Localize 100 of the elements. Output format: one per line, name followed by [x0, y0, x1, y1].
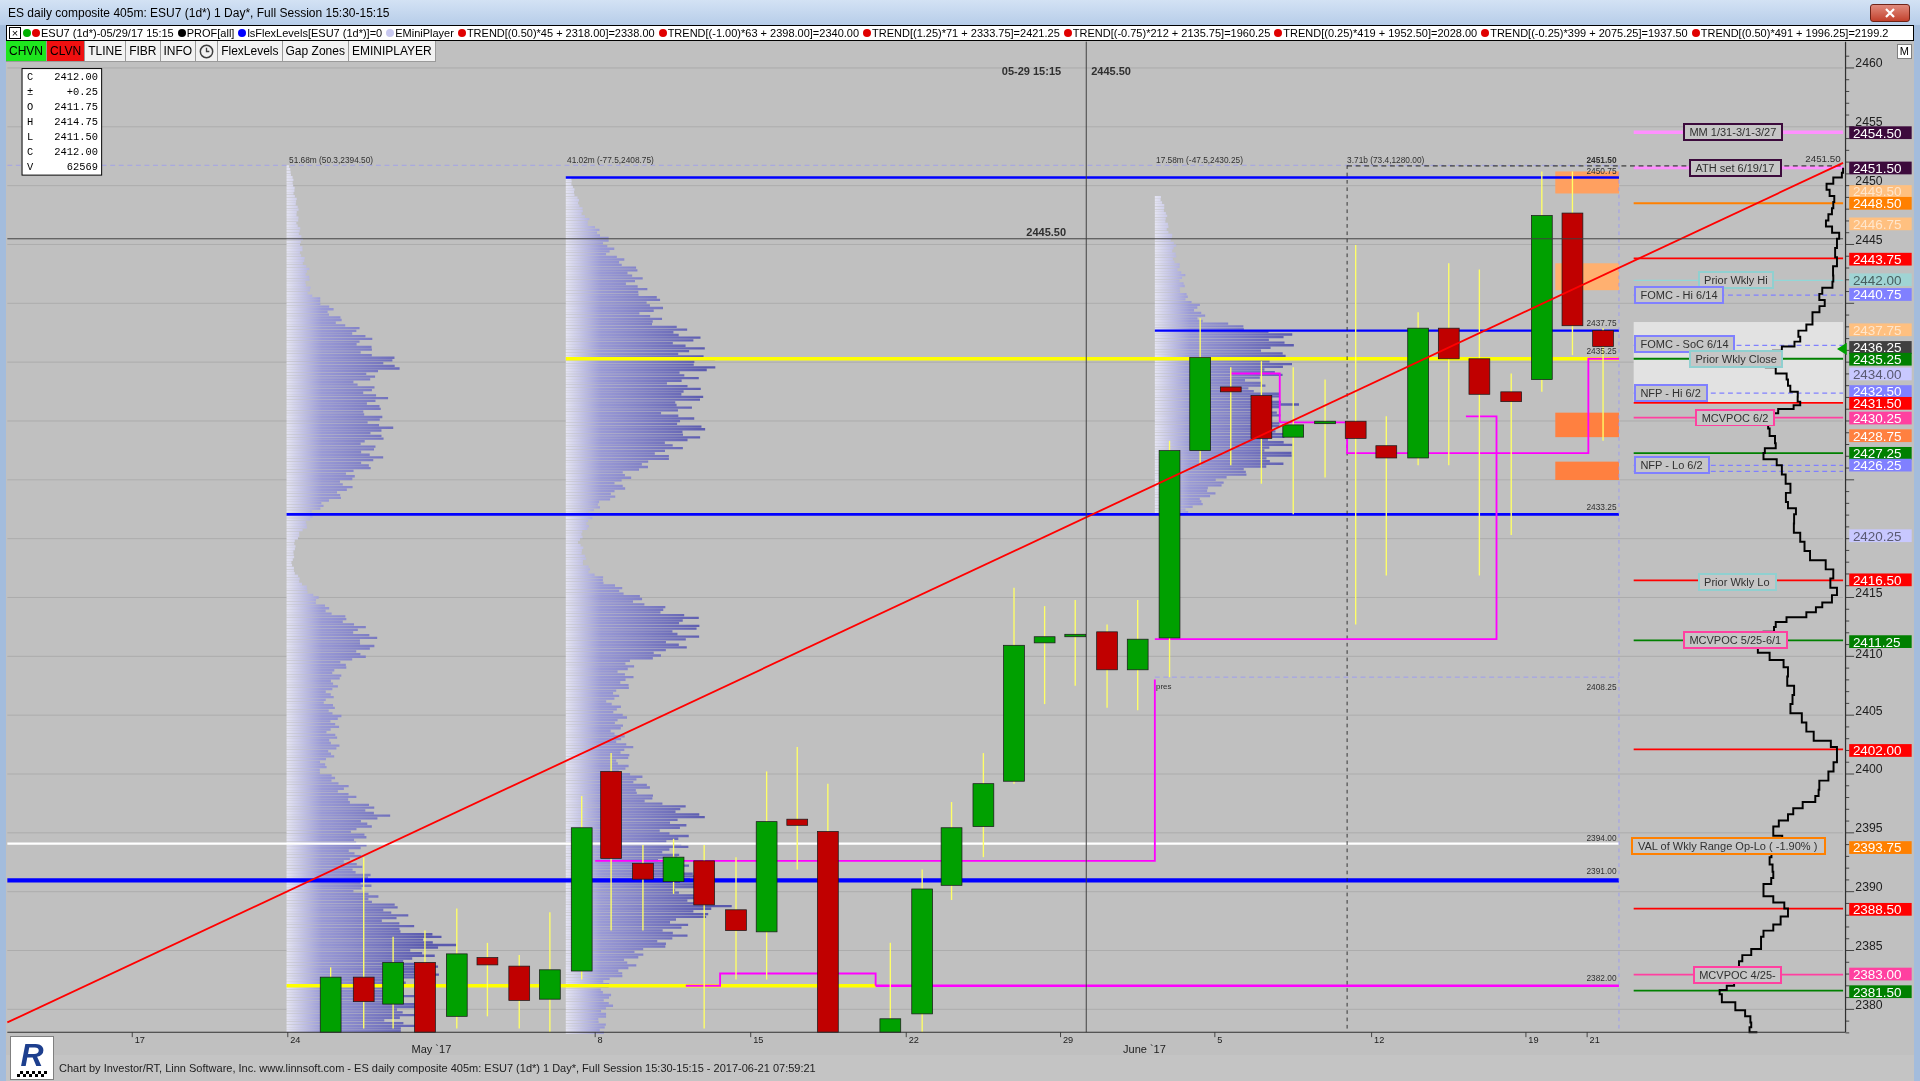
- logo-letter: R: [20, 1039, 44, 1071]
- ohlc-row: C 2412.00: [26, 145, 98, 158]
- date-label: 22: [908, 1035, 919, 1046]
- axis-tick-label: 2385: [1855, 938, 1883, 953]
- axis-tick-label: 2460: [1855, 56, 1883, 71]
- indicator-label[interactable]: lsFlexLevels[ESU7 (1d*)]=0: [247, 27, 383, 39]
- price-note: 2437.75: [1586, 318, 1617, 329]
- price-tag: 2436.25: [1849, 340, 1912, 356]
- price-tag: 2432.50: [1849, 384, 1912, 400]
- indicator-label[interactable]: TREND[(0.50)*45 + 2318.00]=2338.00: [466, 27, 655, 39]
- indicator-label[interactable]: ESU7 (1d*)-05/29/17 15:15: [41, 27, 174, 39]
- date-label: 29: [1063, 1035, 1074, 1046]
- axis-tick-label: 2380: [1855, 997, 1883, 1012]
- indicator-label[interactable]: EMiniPlayer: [395, 27, 454, 39]
- price-note: 2433.25: [1586, 502, 1617, 512]
- date-label: 21: [1589, 1035, 1600, 1046]
- level-label: MCVPOC 6/2: [1695, 408, 1775, 427]
- level-label: MM 1/31-3/1-3/27: [1682, 123, 1783, 142]
- indicator-label[interactable]: TREND[(0.25)*419 + 1952.50]=2028.00: [1283, 27, 1478, 39]
- level-label: VAL of Wkly Range Op-Lo ( -1.90% ): [1631, 837, 1827, 856]
- level-label: Prior Wkly Hi: [1697, 271, 1775, 290]
- price-note: 2451.50: [1805, 152, 1841, 164]
- price-tag: 2440.75: [1849, 287, 1912, 303]
- level-label: MCVPOC 5/25-6/1: [1682, 631, 1788, 650]
- close-button[interactable]: [1870, 3, 1910, 22]
- session-note: pres: [1156, 682, 1172, 692]
- level-label: ATH set 6/19/17: [1689, 158, 1782, 177]
- date-label: 19: [1528, 1035, 1539, 1046]
- candlestick: [319, 966, 342, 1033]
- strip-close-button[interactable]: ×: [9, 27, 21, 39]
- clock-button[interactable]: [196, 41, 219, 62]
- profile-label: 51.68m (50.3,2394.50): [289, 155, 374, 166]
- close-icon: [1885, 7, 1895, 18]
- price-tag: 2454.50: [1849, 125, 1912, 141]
- level-label: NFP - Hi 6/2: [1633, 384, 1708, 402]
- profile-label: 3.71b (73.4,1280.00): [1347, 155, 1425, 166]
- level-label: FOMC - SoC 6/14: [1633, 335, 1736, 354]
- axis-tick-label: 2390: [1855, 880, 1883, 895]
- month-label: June `17: [1123, 1043, 1166, 1055]
- price-note: 2394.00: [1586, 832, 1617, 843]
- toolbar-button[interactable]: CLVN: [47, 41, 86, 62]
- date-label: 15: [753, 1035, 764, 1046]
- price-tag: 2420.25: [1849, 528, 1912, 544]
- axis-tick-label: 2395: [1855, 821, 1883, 836]
- indicator-label[interactable]: TREND[(-0.75)*212 + 2135.75]=1960.25: [1072, 27, 1271, 39]
- axis-tick-label: 2445: [1855, 232, 1883, 247]
- ohlc-row: ± +0.25: [26, 86, 98, 99]
- indicator-label[interactable]: TREND[(1.25)*71 + 2333.75]=2421.25: [872, 27, 1060, 39]
- date-label: 8: [597, 1035, 603, 1046]
- window-title: ES daily composite 405m: ESU7 (1d*) 1 Day*, Full Session 15:30-15:15: [8, 4, 390, 22]
- price-tag: 2428.75: [1849, 428, 1912, 444]
- indicator-label[interactable]: TREND[(-0.25)*399 + 2075.25]=1937.50: [1490, 27, 1688, 39]
- ohlc-row: C 2412.00: [26, 71, 98, 84]
- price-tag: 2402.00: [1849, 743, 1912, 759]
- price-note: 2382.00: [1586, 973, 1617, 984]
- crosshair-price-label: 2445.50: [1091, 65, 1131, 78]
- toolbar-button[interactable]: Gap Zones: [282, 41, 349, 62]
- price-tag: 2442.00: [1849, 272, 1912, 288]
- level-label: FOMC - Hi 6/14: [1633, 286, 1725, 305]
- indicator-label[interactable]: TREND[(0.50)*491 + 1996.25]=2199.2: [1700, 27, 1889, 39]
- profile-label: 41.02m (-77.5,2408.75): [567, 155, 654, 166]
- ohlc-row: V 62569: [26, 160, 98, 173]
- price-note: 2408.25: [1586, 682, 1617, 692]
- date-label: 5: [1217, 1035, 1223, 1046]
- crosshair-price-label: 2445.50: [1026, 226, 1067, 239]
- profile-label: 17.58m (-47.5,2430.25): [1156, 155, 1243, 166]
- ohlc-row: L 2411.50: [26, 130, 98, 143]
- axis-tick-label: 2415: [1855, 585, 1883, 600]
- date-label: 24: [290, 1035, 301, 1046]
- marker-arrow-icon: [1836, 342, 1847, 356]
- level-label: MCVPOC 4/25-: [1692, 965, 1783, 984]
- price-note: 2451.50: [1586, 155, 1617, 166]
- toolbar-button[interactable]: FIBR: [126, 41, 161, 62]
- date-label: 17: [134, 1035, 145, 1046]
- indicator-label[interactable]: PROF[all]: [186, 27, 235, 39]
- price-note: 2391.00: [1586, 866, 1617, 877]
- toolbar-button[interactable]: TLINE: [85, 41, 127, 62]
- toolbar-button[interactable]: EMINIPLAYER: [348, 41, 436, 62]
- checkered-flag-icon: [17, 1071, 47, 1077]
- level-label: Prior Wkly Close: [1689, 349, 1784, 368]
- price-tag: 2411.25: [1849, 634, 1912, 650]
- level-label: Prior Wkly Lo: [1697, 572, 1777, 591]
- price-tag: 2393.75: [1849, 840, 1912, 856]
- date-label: 12: [1374, 1035, 1385, 1046]
- crosshair-time-label: 05-29 15:15: [1001, 65, 1062, 78]
- price-tag: 2437.75: [1849, 322, 1912, 338]
- toolbar-button[interactable]: CHVN: [6, 41, 47, 62]
- toolbar-button[interactable]: INFO: [160, 41, 197, 62]
- price-note: 2435.25: [1586, 346, 1617, 357]
- month-label: May `17: [411, 1043, 452, 1055]
- level-label: NFP - Lo 6/2: [1633, 456, 1710, 475]
- axis-tick-label: 2410: [1855, 647, 1883, 662]
- toolbar-button[interactable]: FlexLevels: [218, 41, 283, 62]
- price-tag: 2416.50: [1849, 572, 1912, 588]
- price-tag: 2449.50: [1849, 184, 1912, 200]
- indicator-label[interactable]: TREND[(-1.00)*63 + 2398.00]=2340.00: [667, 27, 860, 39]
- price-tag: 2381.50: [1849, 984, 1912, 1000]
- axis-tick-label: 2405: [1855, 703, 1883, 718]
- price-note: 2450.75: [1586, 166, 1617, 177]
- ohlc-row: O 2411.75: [26, 101, 98, 114]
